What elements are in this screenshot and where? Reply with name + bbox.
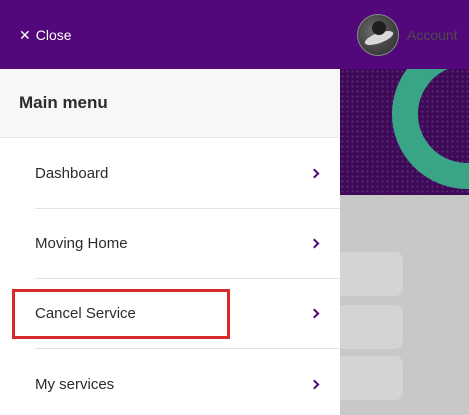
- chevron-right-icon: [309, 168, 320, 179]
- chevron-right-icon: [309, 308, 320, 319]
- menu-header: Main menu: [0, 69, 340, 138]
- highlight-annotation: [12, 289, 230, 339]
- chevron-right-icon: [309, 238, 320, 249]
- account-button[interactable]: Account: [357, 13, 458, 57]
- close-button[interactable]: ✕ Close: [19, 27, 72, 43]
- close-icon: ✕: [19, 26, 31, 43]
- menu-title: Main menu: [19, 93, 108, 112]
- menu-item-my-services[interactable]: My services: [35, 349, 340, 415]
- menu-item-label: My services: [35, 375, 115, 393]
- avatar: [357, 14, 399, 56]
- chevron-right-icon: [309, 379, 320, 389]
- menu-item-label: Dashboard: [35, 165, 109, 182]
- menu-item-dashboard[interactable]: Dashboard: [35, 139, 340, 209]
- menu-topbar: ✕ Close: [0, 0, 340, 69]
- menu-item-label: Moving Home: [35, 235, 128, 252]
- close-label: Close: [35, 26, 72, 43]
- content-card: [340, 305, 403, 349]
- account-label: Account: [407, 27, 458, 43]
- hero-banner: [340, 69, 469, 195]
- content-card: [340, 252, 403, 296]
- menu-item-moving-home[interactable]: Moving Home: [35, 209, 340, 279]
- content-card: [340, 356, 403, 400]
